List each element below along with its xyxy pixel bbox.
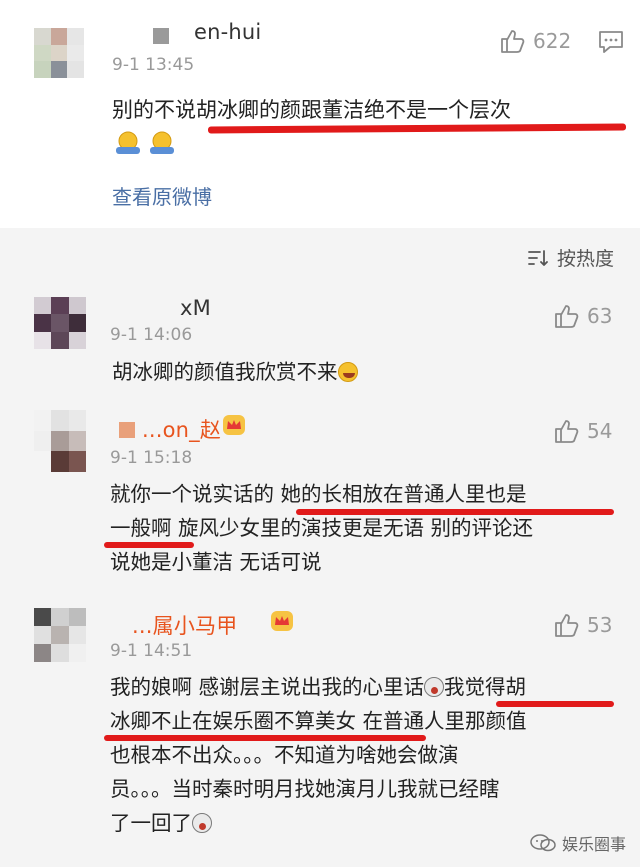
hug-emoji-icons	[114, 129, 184, 157]
username[interactable]: ...on_赵	[142, 414, 221, 444]
like-button[interactable]: 63	[553, 303, 612, 329]
comment-line: 也根本不出众。。。不知道为啥她会做演	[110, 743, 459, 767]
name-mosaic	[119, 422, 135, 438]
thumbs-up-icon	[555, 614, 579, 637]
like-button[interactable]: 54	[553, 418, 612, 444]
comment-line: 说她是小董洁 无话可说	[110, 550, 322, 574]
sort-by-hot-button[interactable]: 按热度	[527, 244, 614, 271]
comment-line-part: 我觉得胡	[444, 675, 527, 699]
comment-line: 我的娘啊 感谢层主说出我的心里话 我觉得胡	[110, 670, 526, 704]
comment-line: 一般啊 旋风少女里的演技更是无语 别的评论还	[110, 516, 534, 540]
avatar[interactable]	[34, 608, 86, 662]
comment-line-part: 我的娘啊 感谢层主说出我的心里话	[110, 675, 425, 699]
timestamp: 9-1 15:18	[110, 448, 193, 468]
thumbs-up-icon	[501, 30, 525, 53]
avatar[interactable]	[34, 28, 84, 78]
comment-line: 胡冰卿的颜值我欣赏不来	[112, 360, 338, 384]
username[interactable]: xM	[180, 296, 211, 320]
name-mosaic	[153, 28, 169, 44]
timestamp: 9-1 14:06	[110, 325, 193, 345]
like-count: 53	[587, 613, 613, 637]
comment-line: 了一回了	[110, 806, 212, 840]
view-original-link[interactable]: 查看原微博	[112, 181, 212, 210]
avatar[interactable]	[34, 297, 86, 349]
red-underline	[207, 123, 627, 134]
timestamp: 9-1 14:51	[110, 641, 193, 661]
shocked-emoji-icon	[424, 677, 445, 697]
avatar[interactable]	[34, 410, 86, 472]
comment-text: 胡冰卿的颜值我欣赏不来	[112, 355, 358, 389]
crown-badge-icon	[223, 415, 245, 435]
comment-line: 员。。。当时秦时明月找她演月儿我就已经瞎	[110, 777, 500, 801]
comment-line-part: 了一回了	[110, 811, 192, 835]
top-comment-card: en-hui 9-1 13:45 622 别的不说胡冰卿的颜跟董洁绝不是一个层次…	[0, 0, 640, 228]
username[interactable]: en-hui	[194, 20, 261, 44]
like-count: 54	[587, 419, 613, 443]
timestamp: 9-1 13:45	[112, 55, 195, 75]
comment-line: 就你一个说实话的 她的长相放在普通人里也是	[110, 482, 527, 506]
laughing-emoji-icon	[337, 362, 358, 382]
username[interactable]: ...属小马甲	[132, 610, 237, 640]
sort-label: 按热度	[556, 248, 614, 270]
comment-icon[interactable]	[598, 30, 624, 58]
thumbs-up-icon	[555, 305, 579, 328]
wechat-watermark: 娱乐圈事	[530, 831, 626, 855]
watermark-text: 娱乐圈事	[561, 835, 626, 854]
like-count: 63	[587, 304, 613, 328]
sort-icon	[528, 249, 548, 266]
like-button[interactable]: 622	[499, 28, 571, 54]
like-count: 622	[533, 29, 572, 53]
comment-line: 冰卿不止在娱乐圈不算美女 在普通人里那颜值	[110, 709, 527, 733]
like-button[interactable]: 53	[553, 612, 612, 638]
shocked-emoji-icon	[192, 813, 212, 833]
weibo-comments-screen: en-hui 9-1 13:45 622 别的不说胡冰卿的颜跟董洁绝不是一个层次…	[0, 0, 640, 867]
comment-text: 别的不说胡冰卿的颜跟董洁绝不是一个层次	[112, 98, 511, 122]
crown-badge-icon	[271, 611, 293, 631]
thumbs-up-icon	[555, 420, 579, 443]
wechat-icon	[530, 834, 556, 852]
